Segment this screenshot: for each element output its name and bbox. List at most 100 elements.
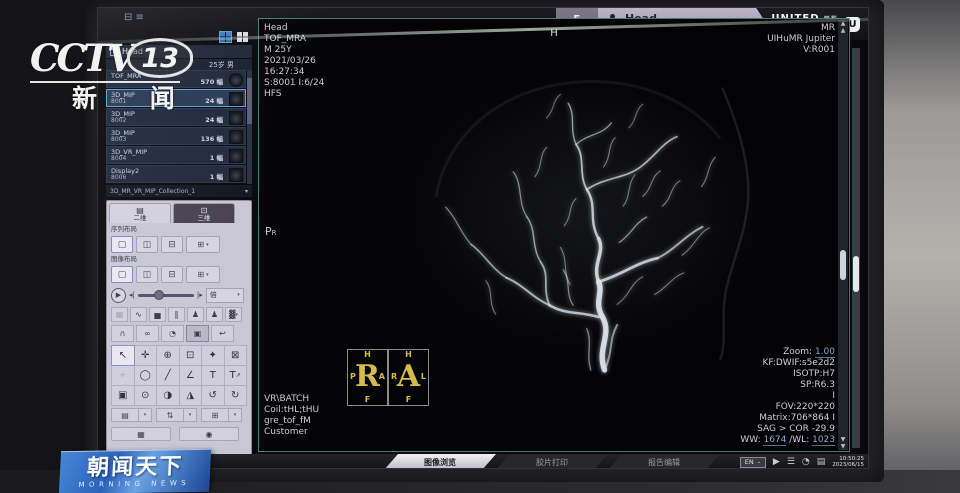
tv-frame: ⊟ ≡ 5 布局 ⌄ Head TOF_MRA 25岁 UNITED 联影 IM…: [0, 0, 960, 493]
crosshair-tool-button[interactable]: ⌖: [111, 365, 135, 386]
delete-roi-tool-button[interactable]: ⊠: [224, 345, 248, 366]
logo-underline: [30, 81, 180, 83]
ellipse-roi-tool-button[interactable]: ◯: [134, 365, 158, 386]
waveform-icon[interactable]: ∿: [130, 307, 147, 322]
screen-layout-dropdown[interactable]: ⊞: [201, 408, 229, 422]
series-list-scrollbar[interactable]: [247, 70, 252, 184]
system-clock: 10:50:25 2023/06/15: [832, 456, 864, 469]
image-layout-1x1-button[interactable]: ▢: [111, 266, 133, 283]
chevron-down-icon[interactable]: ▾: [229, 408, 242, 422]
invert-tool-button[interactable]: ◑: [156, 385, 180, 406]
toolbox-icon[interactable]: ▤: [817, 457, 826, 467]
scrollbar-thumb[interactable]: [840, 250, 846, 280]
snapshot-button[interactable]: ▦: [111, 427, 171, 441]
window-preset-dropdown[interactable]: ▓▾: [225, 307, 242, 322]
angle-tool-button[interactable]: ∠: [179, 365, 203, 386]
chevron-down-icon[interactable]: ▾: [184, 408, 197, 422]
chevron-down-icon[interactable]: ▾: [139, 408, 152, 422]
timer-icon[interactable]: ◔: [161, 325, 184, 342]
undo-icon[interactable]: ↩: [211, 325, 234, 342]
transfer-dropdown[interactable]: ⇅: [156, 408, 184, 422]
tab-report-edit[interactable]: 报告编辑: [608, 454, 720, 469]
body-orientation-icon[interactable]: ♟: [187, 307, 204, 322]
zoom-tool-button[interactable]: ⊕: [156, 345, 180, 366]
series-layout-2x1-button[interactable]: ⊟: [161, 236, 183, 253]
background-wall: [876, 0, 960, 493]
histogram-icon[interactable]: ▅: [149, 307, 166, 322]
speed-select[interactable]: 倍 ▾: [206, 288, 244, 303]
image-info-top-right: MR UIHuMR Jupiter V:R001: [767, 23, 835, 56]
enhance-tool-button[interactable]: ✦: [201, 345, 225, 366]
text-arrow-tool-button[interactable]: T↗: [224, 365, 248, 386]
collection-bar[interactable]: 3D_MR_VR_MIP_Collection_1 ▾: [106, 185, 252, 197]
series-layout-1x2-button[interactable]: ◫: [136, 236, 158, 253]
viewport-scrollbar[interactable]: ▲▲ ▼▼: [838, 20, 848, 450]
language-button[interactable]: EN⌄: [740, 457, 766, 468]
outer-scrollbar[interactable]: [852, 48, 860, 448]
image-layout-grid-dropdown[interactable]: ⊞ ▾: [186, 266, 220, 283]
tool-grid: ↖ ✛ ⊕ ⊡ ✦ ⊠ ⌖ ◯ ╱ ∠ T T↗ ▣ ⊙ ◑ ◮ ↺: [111, 345, 247, 405]
tab-2d[interactable]: ▤ 二维: [109, 203, 171, 223]
series-thumbnail: [229, 149, 243, 163]
program-title: 朝闻天下: [87, 455, 184, 481]
step-back-button[interactable]: ◂|: [129, 291, 135, 299]
magnifier-tool-button[interactable]: ⊙: [134, 385, 158, 406]
flip-horizontal-tool-button[interactable]: ◮: [179, 385, 203, 406]
line-tool-button[interactable]: ╱: [156, 365, 180, 386]
clock-date: 2023/06/15: [832, 462, 864, 469]
pan-tool-button[interactable]: ✛: [134, 345, 158, 366]
series-item[interactable]: Display2 8006 1 幅: [106, 165, 246, 183]
speed-label: 倍: [210, 290, 217, 300]
export-dropdown[interactable]: ▤: [111, 408, 139, 422]
save-state-icon[interactable]: ▦: [111, 307, 128, 322]
chevron-down-icon: ▾: [245, 188, 248, 195]
channel-name: 新 闻: [72, 85, 240, 112]
step-forward-button[interactable]: |▸: [197, 291, 203, 299]
image-layout-2x1-button[interactable]: ⊟: [161, 266, 183, 283]
image-layout-1x2-button[interactable]: ◫: [136, 266, 158, 283]
series-layout-label: 序列布局: [111, 226, 247, 233]
curve-tool-icon[interactable]: ∩: [111, 325, 134, 342]
body-reposition-icon[interactable]: ♟: [206, 307, 223, 322]
window-menu-icon[interactable]: ⊟ ≡: [124, 12, 144, 23]
compare-icon[interactable]: ‖: [168, 307, 185, 322]
series-layout-grid-dropdown[interactable]: ⊞ ▾: [186, 236, 220, 253]
image-info-bottom-left: VR\BATCH Coil:tHL;tHU gre_tof_fM Custome…: [264, 394, 319, 438]
clock-icon[interactable]: ◔: [802, 457, 810, 467]
series-layout-1x1-button[interactable]: ▢: [111, 236, 133, 253]
annotation-toggle-icon[interactable]: ▣: [186, 325, 209, 342]
bottom-bar: 图像浏览 胶片打印 报告编辑 EN⌄ ▶ ☰ ◔ ▤ 10:50:25 2023…: [98, 454, 869, 469]
playlist-icon[interactable]: ▶: [773, 457, 780, 467]
zoom-value[interactable]: 1.00: [815, 347, 835, 358]
visibility-button[interactable]: ◉: [179, 427, 239, 441]
ww-value[interactable]: 1674: [763, 435, 786, 446]
cine-slider[interactable]: [138, 294, 194, 297]
channel-logo: CCTV 13 新 闻: [30, 36, 240, 112]
tab-film-print[interactable]: 胶片打印: [496, 454, 608, 469]
series-thumbnail: [229, 130, 243, 144]
scroll-up-icon[interactable]: ▲▲: [838, 20, 848, 34]
series-item[interactable]: 3D_MIP 8003 136 幅: [106, 127, 246, 145]
scrollbar-thumb[interactable]: [247, 78, 252, 124]
cine-play-button[interactable]: ▶: [111, 288, 126, 303]
tab-image-browse[interactable]: 图像浏览: [384, 454, 496, 469]
wl-value[interactable]: 1023: [812, 435, 835, 446]
program-banner: 朝闻天下 MORNING NEWS: [59, 449, 211, 493]
orientation-top-label: H: [259, 28, 849, 39]
tab-3d[interactable]: ⊡ 三维: [173, 203, 235, 223]
orientation-cube-a: H R A L F: [388, 349, 429, 406]
cine-slider-thumb[interactable]: [154, 290, 164, 300]
text-tool-button[interactable]: T: [201, 365, 225, 386]
magnifier-box-tool-button[interactable]: ▣: [111, 385, 135, 406]
rotate-left-tool-button[interactable]: ↺: [201, 385, 225, 406]
scrollbar-thumb[interactable]: [853, 256, 859, 292]
scroll-down-icon[interactable]: ▼▼: [838, 436, 848, 450]
image-viewport[interactable]: Head TOF_MRA M 25Y 2021/03/26 16:27:34 S…: [258, 18, 850, 452]
collection-label: 3D_MR_VR_MIP_Collection_1: [110, 188, 195, 195]
rotate-right-tool-button[interactable]: ↻: [224, 385, 248, 406]
task-list-icon[interactable]: ☰: [787, 457, 795, 467]
crop-tool-button[interactable]: ⊡: [179, 345, 203, 366]
link-series-icon[interactable]: ∞: [136, 325, 159, 342]
series-item[interactable]: 3D_VR_MIP 8004 1 幅: [106, 146, 246, 164]
select-tool-button[interactable]: ↖: [111, 345, 135, 366]
